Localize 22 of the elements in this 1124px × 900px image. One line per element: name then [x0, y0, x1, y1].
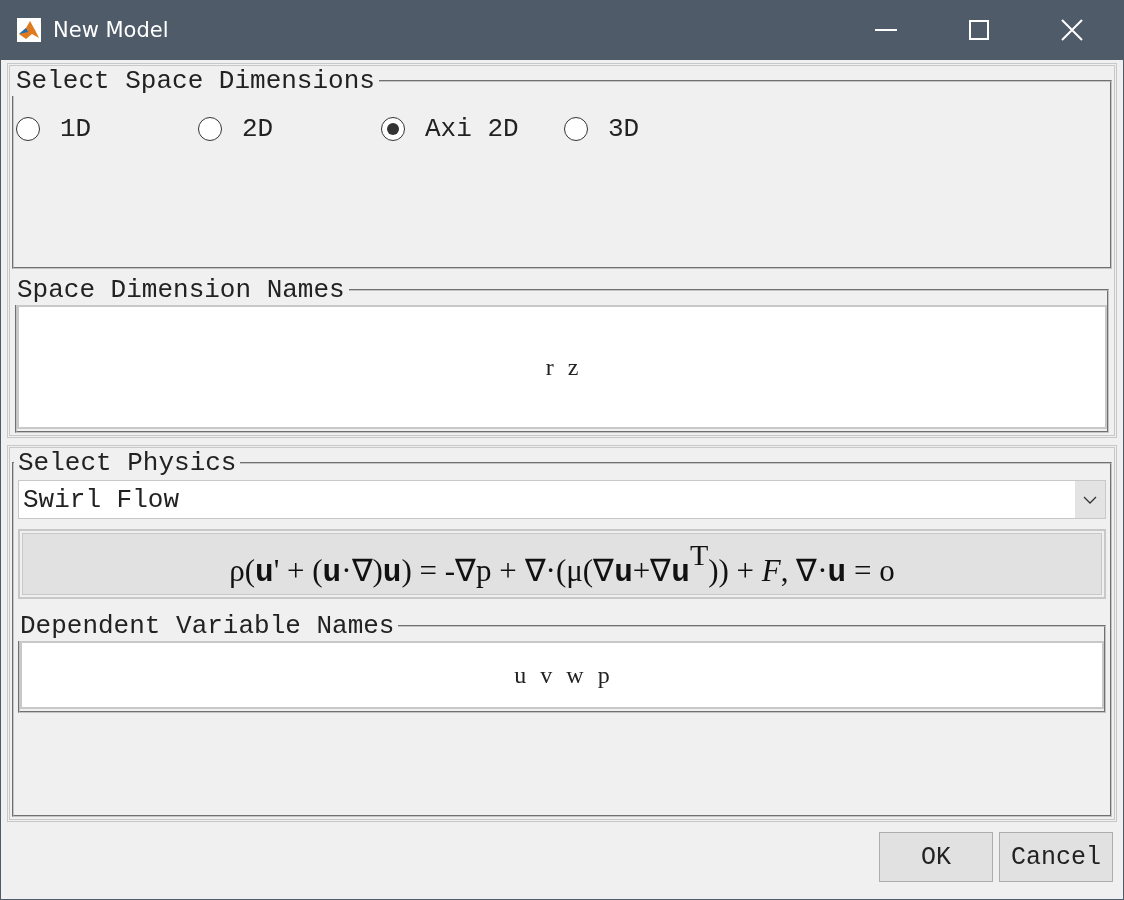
radio-option[interactable]: 2D — [198, 114, 381, 144]
dialog-button[interactable]: Cancel — [999, 832, 1113, 882]
radio-button[interactable] — [381, 117, 405, 141]
group-title: Select Physics — [17, 448, 238, 478]
group-title: Space Dimension Names — [16, 275, 346, 305]
input-field[interactable]: u v w p — [20, 641, 1104, 709]
radio-option[interactable]: 1D — [16, 114, 198, 144]
app-logo-icon — [17, 18, 41, 42]
close-icon[interactable] — [1061, 19, 1083, 41]
chevron-down-icon — [1083, 495, 1097, 504]
physics-dropdown[interactable]: Swirl Flow — [18, 480, 1106, 519]
maximize-icon[interactable] — [969, 20, 989, 40]
group-title: Select Space Dimensions — [15, 66, 376, 96]
radio-button[interactable] — [198, 117, 222, 141]
radio-option[interactable]: 3D — [564, 114, 1106, 144]
group-title: Dependent Variable Names — [19, 611, 396, 641]
radio-button[interactable] — [564, 117, 588, 141]
window-title: New Model — [53, 18, 169, 42]
input-field[interactable]: r z — [17, 305, 1107, 429]
radio-button[interactable] — [16, 117, 40, 141]
radio-option[interactable]: Axi 2D — [381, 114, 564, 144]
dialog-button[interactable]: OK — [879, 832, 993, 882]
